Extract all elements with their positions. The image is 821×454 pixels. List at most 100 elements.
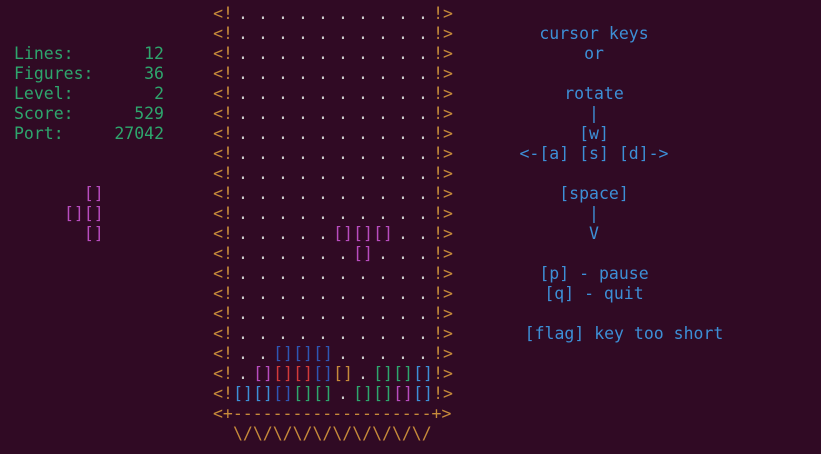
empty-cell: . (378, 104, 388, 123)
well-right-wall: !> (433, 4, 453, 23)
empty-cell: . (298, 204, 308, 223)
empty-cell: . (338, 84, 348, 103)
empty-cell: . (358, 4, 368, 23)
empty-cell: . (378, 264, 388, 283)
empty-cell: . (418, 104, 428, 123)
empty-cell: . (358, 284, 368, 303)
empty-cell: . (278, 204, 288, 223)
empty-cell: . (258, 344, 268, 363)
empty-cell: . (258, 164, 268, 183)
empty-cell: . (338, 24, 348, 43)
well-right-wall: !> (433, 144, 453, 163)
well-right-wall: !> (433, 184, 453, 203)
empty-cell: . (258, 144, 268, 163)
empty-cell: . (298, 224, 308, 243)
empty-cell: . (418, 264, 428, 283)
empty-cell: . (398, 24, 408, 43)
empty-cell: . (318, 204, 328, 223)
empty-cell: . (418, 344, 428, 363)
block-cell: [] (393, 364, 413, 383)
next-piece-row: [] (64, 184, 104, 203)
block-cell: [] (373, 384, 393, 403)
well-left-wall: <! (213, 344, 233, 363)
empty-cell: . (418, 204, 428, 223)
empty-cell: . (338, 324, 348, 343)
next-piece-row: [][] (64, 204, 104, 223)
lines-label: Lines: (14, 44, 74, 63)
empty-cell: . (238, 284, 248, 303)
well-right-wall: !> (433, 104, 453, 123)
well-left-wall: <! (213, 164, 233, 183)
empty-cell: . (358, 364, 368, 383)
empty-cell: . (258, 284, 268, 303)
empty-cell: . (398, 4, 408, 23)
empty-cell: . (398, 84, 408, 103)
well-row: <!.......... !> (213, 284, 453, 304)
well-left-wall: <! (213, 84, 233, 103)
empty-cell: . (238, 304, 248, 323)
empty-cell: . (238, 324, 248, 343)
empty-cell: . (238, 344, 248, 363)
empty-cell: . (358, 144, 368, 163)
empty-cell: . (378, 144, 388, 163)
well-row: <!.....[][][].. !> (213, 224, 453, 244)
well-left-wall: <! (213, 64, 233, 83)
empty-cell: . (258, 64, 268, 83)
block-cell: [] (293, 344, 313, 363)
empty-cell: . (338, 304, 348, 323)
empty-cell: . (338, 204, 348, 223)
empty-cell: . (278, 264, 288, 283)
block-cell: [] (293, 384, 313, 403)
well-left-wall: <! (213, 304, 233, 323)
well-right-wall: !> (433, 264, 453, 283)
empty-cell: . (278, 164, 288, 183)
empty-cell: . (378, 204, 388, 223)
empty-cell: . (338, 244, 348, 263)
empty-cell: . (378, 164, 388, 183)
well-left-wall: <! (213, 224, 233, 243)
well-left-wall: <! (213, 204, 233, 223)
block-cell: [] (413, 384, 433, 403)
empty-cell: . (418, 64, 428, 83)
well-right-wall: !> (433, 384, 453, 403)
empty-cell: . (358, 304, 368, 323)
empty-cell: . (418, 124, 428, 143)
empty-cell: . (278, 224, 288, 243)
empty-cell: . (338, 384, 348, 403)
empty-cell: . (338, 164, 348, 183)
empty-cell: . (418, 244, 428, 263)
empty-cell: . (378, 124, 388, 143)
empty-cell: . (298, 144, 308, 163)
empty-cell: . (398, 104, 408, 123)
empty-cell: . (298, 24, 308, 43)
empty-cell: . (378, 184, 388, 203)
well-left-wall: <! (213, 24, 233, 43)
empty-cell: . (318, 304, 328, 323)
empty-cell: . (258, 304, 268, 323)
help-pause: [p] - pause (539, 264, 649, 283)
well-left-wall: <! (213, 244, 233, 263)
well-left-wall: <! (213, 4, 233, 23)
well-left-wall: <! (213, 124, 233, 143)
empty-cell: . (258, 104, 268, 123)
empty-cell: . (418, 144, 428, 163)
empty-cell: . (358, 324, 368, 343)
block-cell: [] (253, 384, 273, 403)
help-or: or (584, 44, 604, 63)
well-row: <!.......... !> (213, 44, 453, 64)
empty-cell: . (398, 244, 408, 263)
help-rotate: rotate (564, 84, 624, 103)
empty-cell: . (338, 104, 348, 123)
empty-cell: . (278, 4, 288, 23)
empty-cell: . (238, 244, 248, 263)
well-row: <!.......... !> (213, 184, 453, 204)
well-row: <!.......... !> (213, 84, 453, 104)
empty-cell: . (278, 284, 288, 303)
empty-cell: . (318, 284, 328, 303)
well-left-wall: <! (213, 44, 233, 63)
empty-cell: . (278, 244, 288, 263)
empty-cell: . (298, 284, 308, 303)
empty-cell: . (238, 144, 248, 163)
well-row: <!...... []... !> (213, 244, 453, 264)
empty-cell: . (258, 324, 268, 343)
